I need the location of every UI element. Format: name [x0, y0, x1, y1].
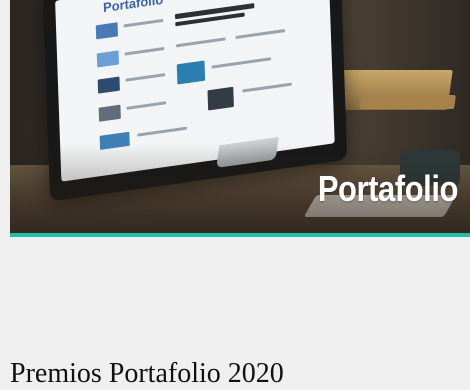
screen-thumb	[98, 104, 121, 122]
screen-thumb	[207, 86, 234, 111]
article-title[interactable]: Premios Portafolio 2020	[10, 358, 460, 390]
screen-thumb	[97, 76, 120, 94]
screen-thumb	[176, 60, 206, 85]
screen-thumb	[99, 131, 130, 150]
screen-thumb	[95, 22, 119, 40]
screen-line	[211, 57, 272, 69]
screen-line	[176, 37, 226, 48]
screen-logo: Portafolio	[102, 0, 164, 16]
brand-logo: Portafolio	[317, 168, 459, 209]
screen-line	[123, 18, 164, 28]
hero-image[interactable]: Portafolio Portafolio	[10, 0, 470, 234]
screen-line	[235, 29, 286, 40]
monitor: Portafolio	[42, 0, 348, 202]
accent-bar	[10, 233, 470, 237]
screen-line	[242, 82, 292, 93]
screen-line	[126, 101, 167, 110]
article-card[interactable]: Portafolio Portafolio Premios Portafolio…	[0, 0, 470, 389]
screen-line	[137, 126, 187, 137]
screen-line	[124, 47, 165, 56]
screen-line	[125, 73, 166, 82]
monitor-screen: Portafolio	[55, 0, 335, 182]
books-stack-lower	[359, 95, 456, 109]
screen-thumb	[96, 50, 120, 68]
